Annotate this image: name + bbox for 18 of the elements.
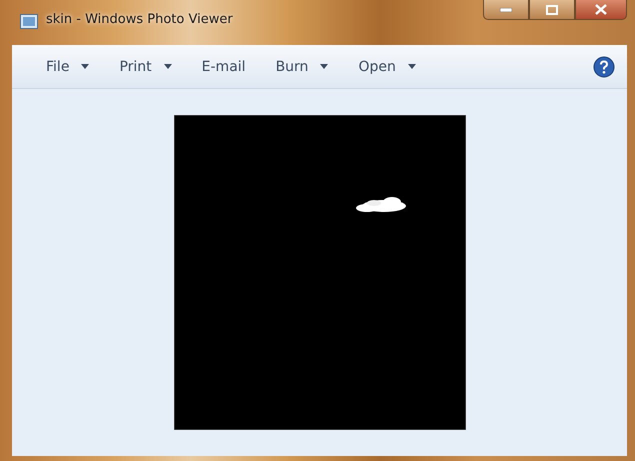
maximize-icon [546, 4, 558, 14]
caret-icon [320, 64, 328, 69]
dropdown-menu-button[interactable]: Open [350, 54, 424, 78]
caret-icon [164, 64, 172, 69]
close-icon [595, 4, 607, 15]
dropdown-menu-button[interactable]: File [38, 54, 98, 78]
menu-button[interactable]: E-mail [194, 54, 254, 78]
close-button[interactable] [575, 0, 627, 20]
window-title: skin - Windows Photo Viewer [46, 12, 233, 27]
dropdown-menu-button[interactable]: Print [111, 54, 180, 78]
dropdown-menu-button[interactable]: Burn [268, 54, 336, 78]
caret-icon [81, 64, 90, 69]
maximize-button[interactable] [529, 0, 575, 20]
photo-viewer-icon [20, 14, 38, 29]
caret-icon [408, 64, 416, 69]
minimize-icon [500, 8, 512, 12]
help-icon[interactable] [593, 56, 615, 78]
minimize-button[interactable] [483, 0, 529, 20]
